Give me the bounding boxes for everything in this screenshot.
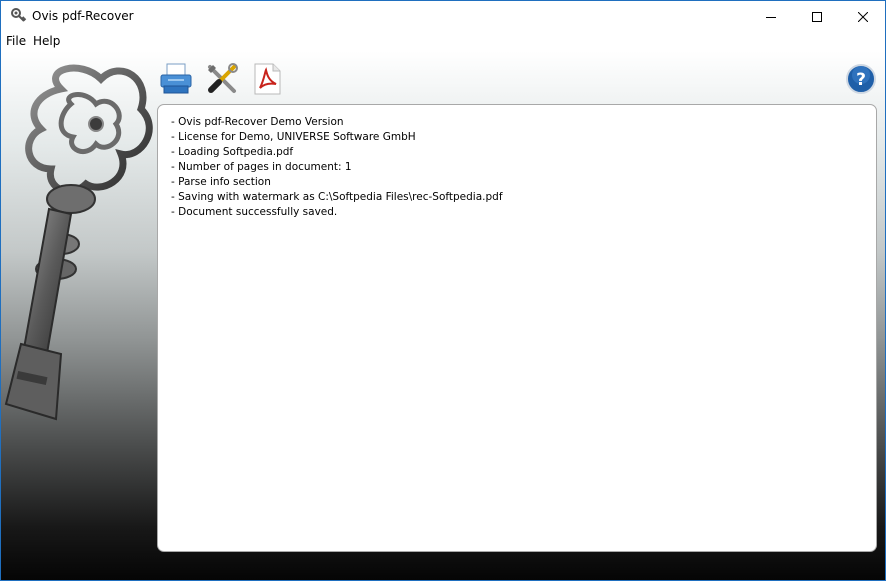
maximize-icon — [812, 11, 822, 22]
svg-text:?: ? — [856, 70, 866, 90]
main-area: ? - Ovis pdf-Recover Demo Version - Lice… — [1, 51, 885, 580]
log-line: - Ovis pdf-Recover Demo Version — [171, 116, 344, 128]
key-app-icon — [11, 8, 27, 22]
help-button[interactable]: ? — [845, 63, 877, 95]
menu-bar: File Help — [1, 32, 885, 51]
log-line: - Saving with watermark as C:\Softpedia … — [171, 191, 503, 203]
help-icon: ? — [846, 64, 876, 94]
log-line: - Loading Softpedia.pdf — [171, 146, 294, 158]
pdf-document-icon — [254, 63, 281, 95]
minimize-icon — [766, 16, 776, 18]
log-line: - Number of pages in document: 1 — [171, 161, 352, 173]
log-panel: - Ovis pdf-Recover Demo Version - Licens… — [157, 104, 877, 552]
app-window: Ovis pdf-Recover File Help ? - Ovis pdf-… — [0, 0, 886, 581]
log-line: - License for Demo, UNIVERSE Software Gm… — [171, 131, 416, 143]
print-button[interactable] — [159, 62, 193, 96]
maximize-button[interactable] — [794, 1, 840, 32]
close-button[interactable] — [840, 1, 885, 32]
close-icon — [858, 11, 868, 22]
printer-icon — [160, 63, 192, 94]
menu-file[interactable]: File — [6, 34, 26, 49]
window-title: Ovis pdf-Recover — [32, 9, 134, 23]
key-illustration — [4, 64, 153, 421]
pdf-button[interactable] — [250, 62, 284, 96]
log-line: - Document successfully saved. — [171, 206, 338, 218]
minimize-button[interactable] — [748, 1, 794, 32]
menu-help[interactable]: Help — [33, 34, 60, 49]
title-bar[interactable]: Ovis pdf-Recover — [1, 1, 885, 32]
settings-button[interactable] — [205, 62, 239, 96]
log-line: - Parse info section — [171, 176, 271, 188]
tools-icon — [208, 63, 238, 93]
log-list: - Ovis pdf-Recover Demo Version - Licens… — [171, 115, 503, 220]
